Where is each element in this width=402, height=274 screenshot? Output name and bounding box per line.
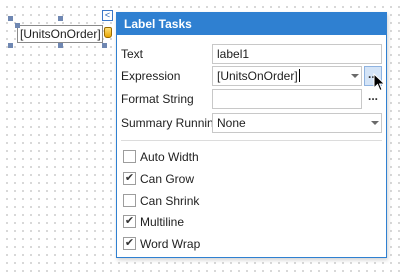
resize-handle-s[interactable] [58,43,63,48]
smart-tag-button[interactable]: < [102,10,113,21]
resize-handle-sw[interactable] [8,43,13,48]
text-input[interactable]: label1 [212,44,382,64]
expression-combo[interactable]: [UnitsOnOrder] [212,66,362,86]
report-label-control[interactable]: [UnitsOnOrder] [17,25,103,43]
summary-running-value: None [217,116,246,130]
chevron-down-icon[interactable] [371,121,379,125]
can-shrink-label: Can Shrink [140,194,200,208]
resize-handle-nw[interactable] [15,23,20,28]
auto-width-checkbox[interactable] [123,150,136,163]
database-icon [104,27,112,38]
can-grow-label: Can Grow [140,172,195,186]
expression-label: Expression [121,69,181,83]
summary-running-row: Summary Running None [117,113,386,133]
word-wrap-checkbox[interactable]: ✔ [123,237,136,250]
word-wrap-label: Word Wrap [140,237,201,251]
format-string-label: Format String [121,92,194,106]
text-input-value: label1 [217,47,250,61]
panel-title: Label Tasks [117,13,386,35]
text-cursor [298,69,300,82]
can-grow-checkbox[interactable]: ✔ [123,172,136,185]
can-shrink-checkbox[interactable] [123,194,136,207]
resize-handle-n[interactable] [58,16,63,21]
summary-running-select[interactable]: None [212,113,382,133]
divider [121,140,382,141]
resize-handle-w[interactable] [8,16,13,21]
label-control-text: [UnitsOnOrder] [20,27,101,41]
resize-handle-e[interactable] [102,43,107,48]
expression-row: Expression [UnitsOnOrder] ... [117,66,386,86]
label-tasks-panel: Label Tasks Text label1 Expression [Unit… [116,12,387,258]
multiline-label: Multiline [140,215,185,229]
auto-width-label: Auto Width [140,150,199,164]
mouse-pointer-icon [373,73,386,92]
multiline-checkbox[interactable]: ✔ [123,215,136,228]
chevron-down-icon[interactable] [351,74,359,78]
text-row: Text label1 [117,44,386,64]
format-string-input[interactable] [212,89,362,109]
text-label: Text [121,47,144,61]
expression-value: [UnitsOnOrder] [217,69,298,83]
summary-running-label: Summary Running [121,116,221,130]
format-string-row: Format String ... [117,89,386,109]
